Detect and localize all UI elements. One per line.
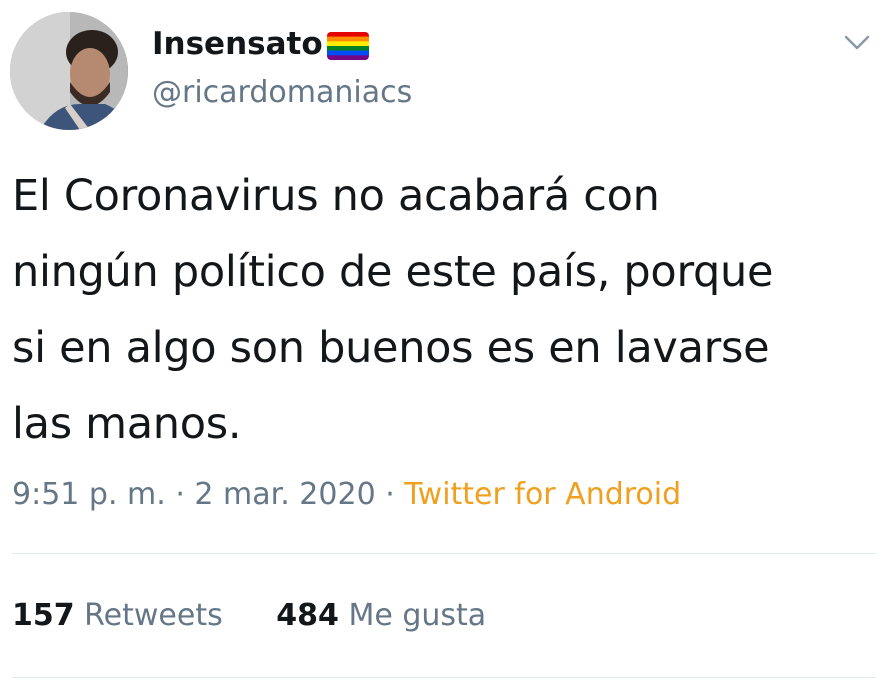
tweet-card: Insensato @ricardomaniacs El Coronavirus…	[0, 0, 881, 685]
tweet-text: El Coronavirus no acabará con ningún pol…	[12, 171, 774, 449]
likes-stat[interactable]: 484 Me gusta	[276, 593, 486, 639]
meta-separator: ·	[385, 477, 395, 512]
divider	[12, 553, 876, 554]
retweets-label: Retweets	[84, 598, 223, 633]
tweet-date[interactable]: 2 mar. 2020	[194, 477, 375, 512]
retweets-count: 157	[12, 598, 75, 633]
tweet-time[interactable]: 9:51 p. m.	[12, 477, 166, 512]
retweets-stat[interactable]: 157 Retweets	[12, 593, 223, 639]
chevron-down-icon[interactable]	[840, 26, 874, 60]
meta-separator: ·	[175, 477, 185, 512]
likes-label: Me gusta	[348, 598, 487, 633]
display-name[interactable]: Insensato	[152, 22, 323, 66]
avatar[interactable]	[10, 12, 128, 130]
divider	[12, 677, 876, 678]
rainbow-flag-icon	[327, 32, 369, 60]
tweet-stats: 157 Retweets 484 Me gusta	[12, 593, 486, 639]
tweet-meta: 9:51 p. m. · 2 mar. 2020 · Twitter for A…	[12, 472, 681, 518]
user-handle[interactable]: @ricardomaniacs	[152, 71, 412, 115]
tweet-source-link[interactable]: Twitter for Android	[404, 477, 681, 512]
likes-count: 484	[276, 598, 339, 633]
